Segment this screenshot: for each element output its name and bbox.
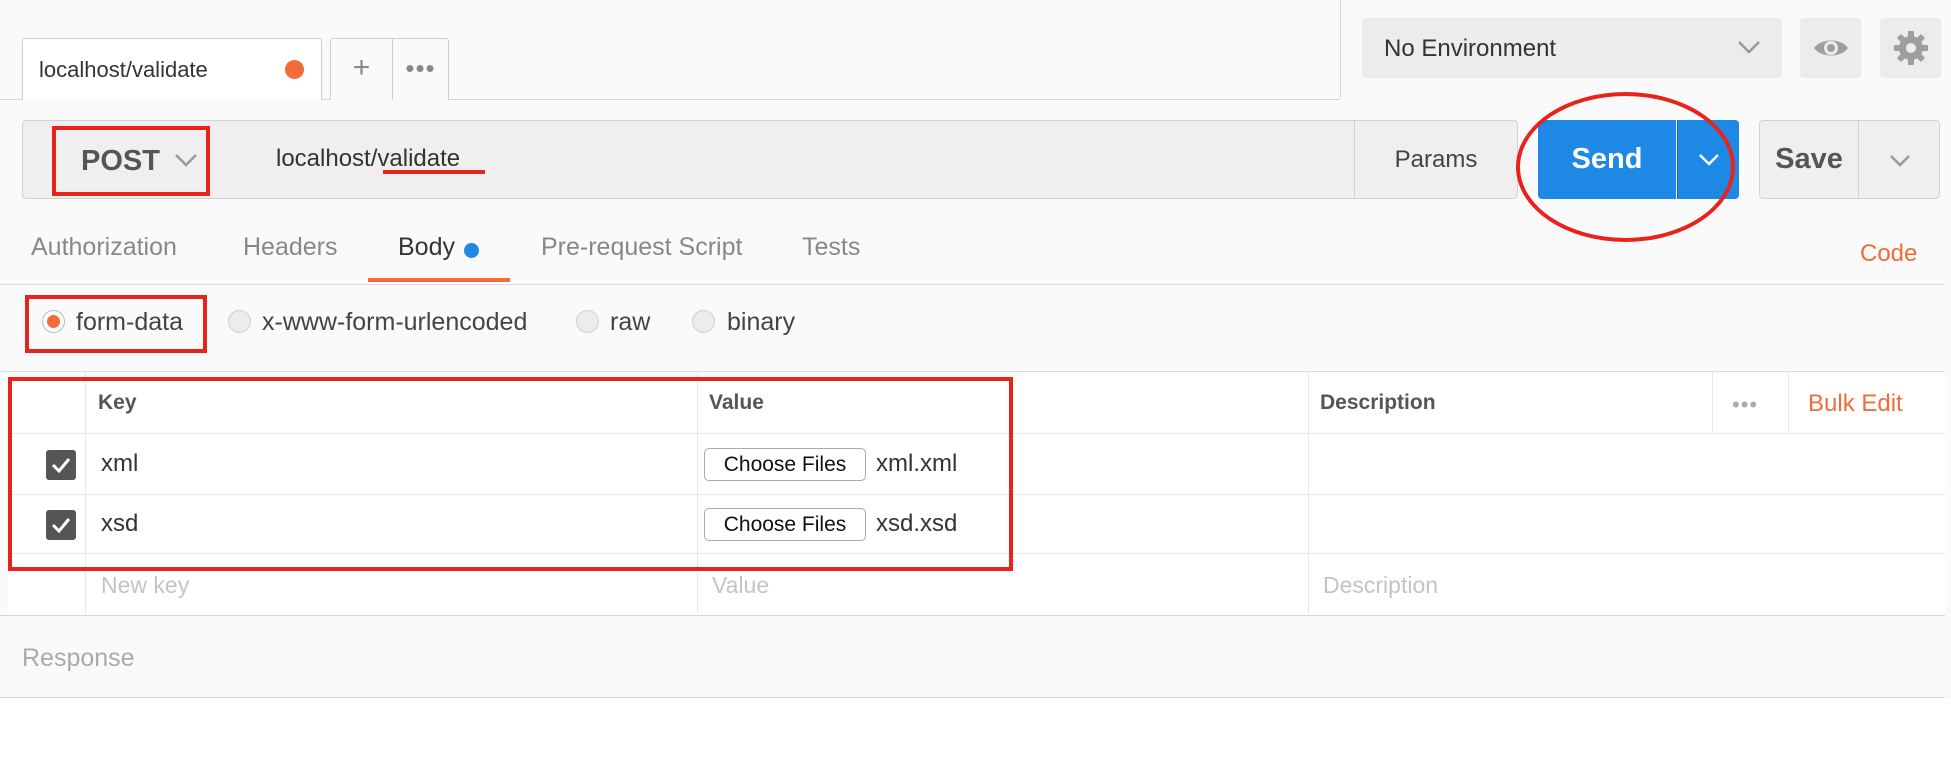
more-tabs-button[interactable]: ••• xyxy=(392,38,449,100)
tab-pre-request-script[interactable]: Pre-request Script xyxy=(541,233,742,262)
plus-icon: + xyxy=(352,51,371,84)
annotation-send-circle xyxy=(1516,92,1735,242)
divider xyxy=(0,615,1945,616)
annotation-table-box xyxy=(8,377,1013,571)
eye-icon xyxy=(1814,40,1848,56)
code-link[interactable]: Code xyxy=(1860,240,1917,268)
radio-raw-label[interactable]: raw xyxy=(610,308,650,337)
annotation-method-box xyxy=(52,126,210,196)
add-tab-button[interactable]: + xyxy=(330,38,393,100)
radio-raw[interactable] xyxy=(576,310,599,333)
radio-binary[interactable] xyxy=(692,310,715,333)
column-divider xyxy=(1712,372,1713,432)
bulk-edit-link[interactable]: Bulk Edit xyxy=(1808,390,1903,418)
environment-quick-look-button[interactable] xyxy=(1800,18,1861,78)
new-description-input[interactable]: Description xyxy=(1323,572,1438,599)
active-tab-underline xyxy=(368,278,510,282)
save-options-button[interactable] xyxy=(1858,120,1940,199)
radio-x-www-form-urlencoded[interactable] xyxy=(228,310,251,333)
tab-authorization[interactable]: Authorization xyxy=(31,233,177,262)
body-indicator-dot xyxy=(464,243,479,258)
column-header-description: Description xyxy=(1320,391,1436,414)
divider xyxy=(0,284,1945,285)
annotation-form-data-box xyxy=(25,295,207,353)
chevron-down-icon xyxy=(1890,155,1910,167)
gear-icon xyxy=(1894,31,1928,65)
column-divider xyxy=(1788,372,1789,432)
tab-tests[interactable]: Tests xyxy=(802,233,860,262)
settings-button[interactable] xyxy=(1880,18,1941,78)
response-body xyxy=(0,698,1951,771)
more-icon[interactable]: ••• xyxy=(1732,392,1758,418)
radio-x-www-form-urlencoded-label[interactable]: x-www-form-urlencoded xyxy=(262,308,527,337)
request-tab[interactable]: localhost/validate xyxy=(22,38,322,100)
tab-headers[interactable]: Headers xyxy=(243,233,338,262)
more-icon: ••• xyxy=(405,53,436,83)
annotation-url-underline xyxy=(383,170,485,174)
new-key-input[interactable]: New key xyxy=(101,572,189,599)
radio-binary-label[interactable]: binary xyxy=(727,308,795,337)
url-value: localhost/validate xyxy=(276,145,461,172)
new-value-input[interactable]: Value xyxy=(712,572,769,599)
environment-label: No Environment xyxy=(1384,35,1557,62)
response-label: Response xyxy=(22,644,135,672)
request-tab-label: localhost/validate xyxy=(39,57,208,82)
params-button[interactable]: Params xyxy=(1354,120,1518,199)
chevron-down-icon xyxy=(1738,41,1760,54)
url-input[interactable]: localhost/validate xyxy=(255,120,1355,199)
tab-body[interactable]: Body xyxy=(398,233,455,262)
environment-select[interactable]: No Environment xyxy=(1362,18,1782,78)
unsaved-dot-icon xyxy=(285,60,304,79)
save-button[interactable]: Save xyxy=(1759,120,1859,199)
header-divider xyxy=(1340,0,1341,98)
